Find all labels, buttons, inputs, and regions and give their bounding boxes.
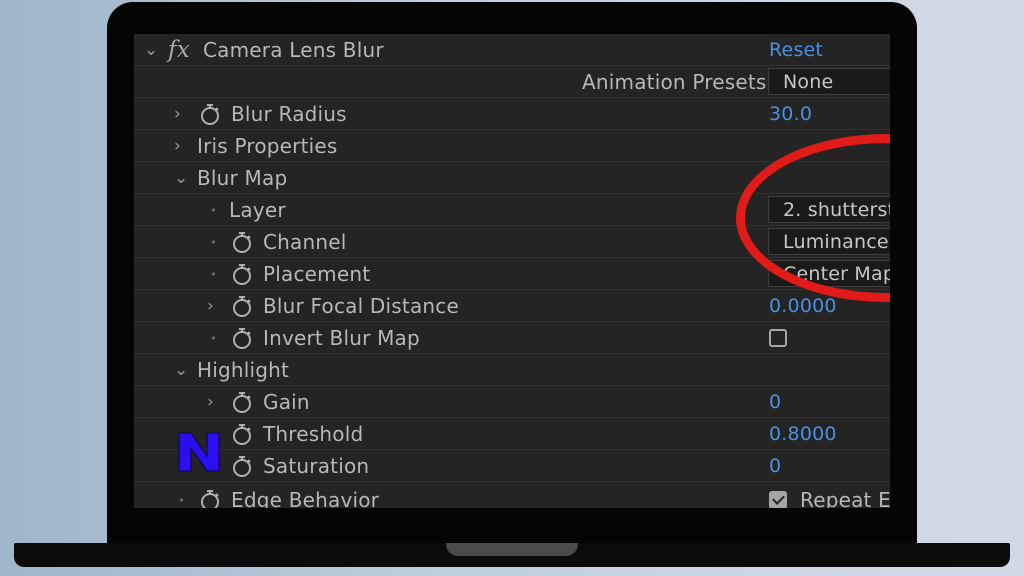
- threshold-row: Threshold 0.8000: [134, 418, 890, 450]
- stopwatch-icon[interactable]: [199, 488, 221, 508]
- blur-radius-row: › Blur Radius 30.0: [134, 98, 890, 130]
- threshold-value[interactable]: 0.8000: [769, 423, 837, 445]
- blur-map-label[interactable]: Blur Map: [197, 166, 287, 190]
- effect-controls-panel: ⌄ fx Camera Lens Blur Reset Animation Pr…: [134, 34, 890, 508]
- highlight-row: ⌄ Highlight: [134, 354, 890, 386]
- highlight-label[interactable]: Highlight: [197, 358, 289, 382]
- reset-button[interactable]: Reset: [769, 39, 823, 61]
- channel-label: Channel: [263, 229, 347, 254]
- invert-blur-map-row: Invert Blur Map: [134, 322, 890, 354]
- saturation-value[interactable]: 0: [769, 455, 781, 477]
- chevron-down-icon[interactable]: ⌄: [144, 40, 158, 60]
- animation-presets-value: None: [783, 70, 834, 93]
- gain-value[interactable]: 0: [769, 391, 781, 413]
- blur-radius-label: Blur Radius: [231, 101, 347, 126]
- edge-behavior-label: Edge Behavior: [231, 488, 380, 508]
- channel-value: Luminance: [783, 230, 889, 253]
- tree-dot: [212, 272, 215, 275]
- gain-row: › Gain 0: [134, 386, 890, 418]
- gain-label: Gain: [263, 389, 310, 414]
- stopwatch-icon[interactable]: [231, 230, 253, 254]
- placement-label: Placement: [263, 261, 371, 286]
- stopwatch-icon[interactable]: [231, 326, 253, 350]
- tree-dot: [212, 336, 215, 339]
- layer-label: Layer: [229, 197, 286, 222]
- blur-focal-distance-label: Blur Focal Distance: [263, 293, 459, 318]
- chevron-right-icon[interactable]: ›: [207, 296, 214, 316]
- animation-presets-row: Animation Presets: None: [134, 66, 890, 98]
- stopwatch-icon[interactable]: [231, 294, 253, 318]
- placement-value: Center Map: [783, 262, 890, 285]
- chevron-right-icon[interactable]: ›: [207, 392, 214, 412]
- layer-value: 2. shutterst: [783, 198, 890, 221]
- layer-row: Layer 2. shutterst: [134, 194, 890, 226]
- chevron-right-icon[interactable]: ›: [174, 104, 181, 124]
- saturation-label: Saturation: [263, 453, 370, 478]
- edge-behavior-row: Edge Behavior Repeat Ed: [134, 484, 890, 508]
- animation-presets-label: Animation Presets:: [582, 69, 774, 94]
- invert-blur-map-label: Invert Blur Map: [263, 325, 420, 350]
- iris-properties-label[interactable]: Iris Properties: [197, 134, 338, 158]
- tree-dot: [180, 498, 183, 502]
- placement-row: Placement Center Map: [134, 258, 890, 290]
- stopwatch-icon[interactable]: [231, 454, 253, 478]
- tree-dot: [212, 464, 215, 467]
- laptop-notch: [446, 543, 578, 556]
- tree-dot: [212, 432, 215, 435]
- effect-header-row: ⌄ fx Camera Lens Blur Reset: [134, 34, 890, 66]
- tree-dot: [212, 208, 215, 211]
- blur-radius-value[interactable]: 30.0: [769, 103, 812, 125]
- stopwatch-icon[interactable]: [231, 262, 253, 286]
- effect-name: Camera Lens Blur: [203, 37, 384, 62]
- stopwatch-icon[interactable]: [199, 102, 221, 126]
- chevron-right-icon[interactable]: ›: [174, 136, 181, 156]
- stopwatch-icon[interactable]: [231, 422, 253, 446]
- fx-icon[interactable]: fx: [168, 37, 190, 63]
- repeat-edge-checkbox[interactable]: [769, 491, 787, 508]
- edge-behavior-value: Repeat Ed: [800, 488, 890, 508]
- saturation-row: Saturation 0: [134, 450, 890, 482]
- channel-row: Channel Luminance: [134, 226, 890, 258]
- layer-dropdown[interactable]: 2. shutterst: [768, 196, 890, 223]
- stopwatch-icon[interactable]: [231, 390, 253, 414]
- chevron-down-icon[interactable]: ⌄: [174, 360, 188, 380]
- invert-blur-map-checkbox[interactable]: [769, 328, 787, 347]
- chevron-down-icon[interactable]: ⌄: [174, 168, 188, 188]
- tree-dot: [212, 240, 215, 243]
- iris-properties-row: › Iris Properties: [134, 130, 890, 162]
- blur-focal-distance-row: › Blur Focal Distance 0.0000: [134, 290, 890, 322]
- blur-map-row: ⌄ Blur Map: [134, 162, 890, 194]
- channel-dropdown[interactable]: Luminance: [768, 228, 890, 255]
- animation-presets-dropdown[interactable]: None: [768, 68, 890, 95]
- blur-focal-distance-value[interactable]: 0.0000: [769, 295, 837, 317]
- threshold-label: Threshold: [263, 421, 364, 446]
- placement-dropdown[interactable]: Center Map: [768, 260, 890, 287]
